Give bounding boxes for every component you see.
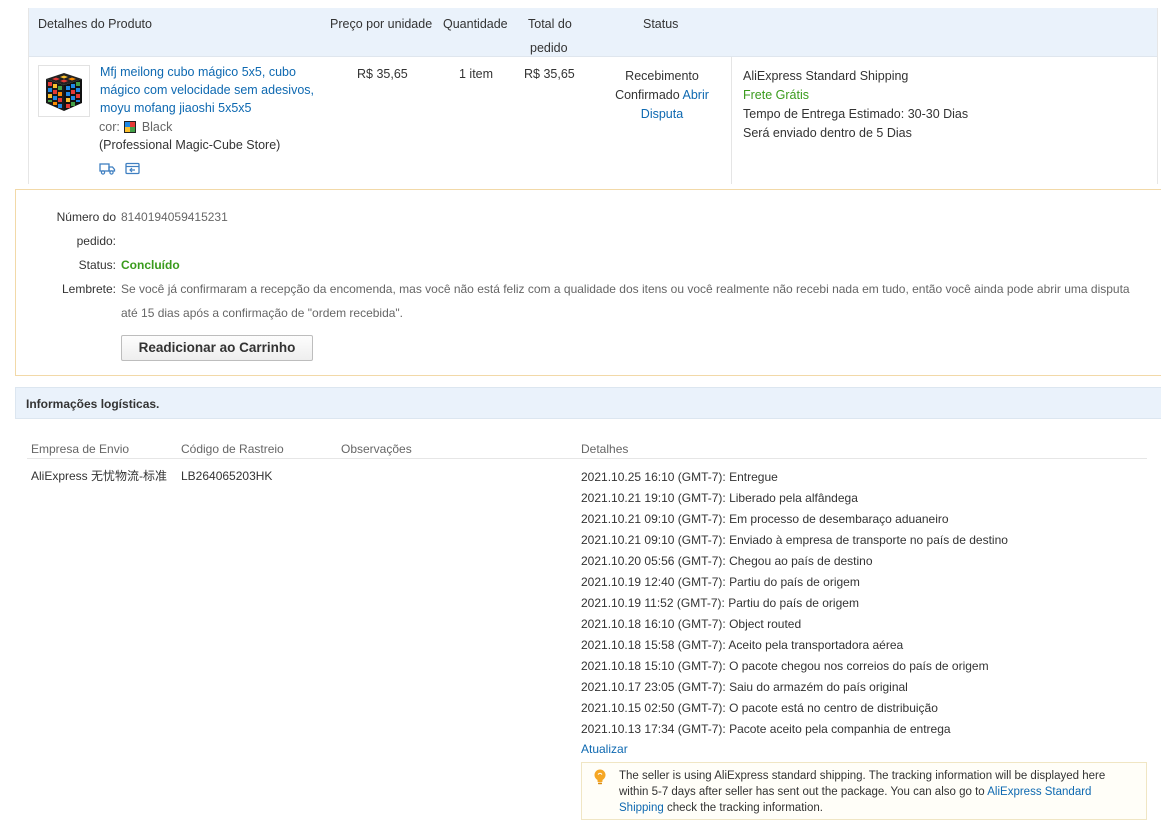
logistics-divider (27, 458, 1147, 459)
order-number-label-2: pedido: (76, 234, 116, 248)
header-product-details: Detalhes do Produto (38, 17, 152, 31)
col-carrier: Empresa de Envio (31, 442, 130, 456)
order-number-label-1: Número do (56, 210, 116, 224)
color-swatch-icon (124, 120, 137, 133)
dispatch-time: Será enviado dentro de 5 Dias (743, 126, 912, 140)
store-name: (Professional Magic-Cube Store) (99, 138, 281, 152)
tracking-event: 2021.10.25 16:10 (GMT-7): Entregue (581, 470, 778, 484)
readd-to-cart-button[interactable]: Readicionar ao Carrinho (121, 335, 313, 361)
unit-price: R$ 35,65 (357, 67, 408, 81)
tracking-event: 2021.10.17 23:05 (GMT-7): Saiu do armazé… (581, 680, 908, 694)
eta-label: Tempo de Entrega Estimado: (743, 107, 905, 121)
tracking-event: 2021.10.13 17:34 (GMT-7): Pacote aceito … (581, 722, 951, 736)
shipping-info: AliExpress Standard Shipping Frete Gráti… (743, 67, 968, 143)
open-dispute-link-1[interactable]: Abrir (683, 88, 709, 102)
tracking-event: 2021.10.21 19:10 (GMT-7): Liberado pela … (581, 491, 858, 505)
tracking-code: LB264065203HK (181, 469, 273, 483)
product-thumbnail[interactable] (38, 65, 90, 117)
eta-value: 30-30 Dias (907, 107, 969, 121)
product-table-header: Detalhes do Produto Preço por unidade Qu… (29, 8, 1157, 57)
open-dispute-link-2[interactable]: Disputa (601, 105, 723, 124)
header-status: Status (643, 17, 679, 31)
header-total-line1: Total do (528, 17, 572, 31)
tracking-events: 2021.10.25 16:10 (GMT-7): Entregue 2021.… (581, 468, 1008, 741)
quantity: 1 item (459, 67, 494, 81)
rubiks-cube-icon (46, 73, 82, 111)
shipping-notice: The seller is using AliExpress standard … (581, 762, 1147, 820)
header-quantity: Quantidade (443, 17, 508, 31)
lightbulb-icon (593, 769, 607, 788)
reminder-text: Se você já confirmaram a recepção da enc… (121, 282, 1130, 320)
tracking-event: 2021.10.18 15:58 (GMT-7): Aceito pela tr… (581, 638, 904, 652)
color-label: cor: (99, 120, 120, 134)
status-line1: Recebimento (625, 69, 699, 83)
tracking-event: 2021.10.18 16:10 (GMT-7): Object routed (581, 617, 802, 631)
order-status-value: Concluído (121, 258, 180, 272)
tracking-event: 2021.10.21 09:10 (GMT-7): Enviado à empr… (581, 533, 1008, 547)
color-value: Black (141, 120, 173, 134)
product-row: Mfj meilong cubo mágico 5x5, cubo mágico… (29, 57, 1157, 184)
logistics-header: Informações logísticas. (15, 387, 1161, 419)
order-total: R$ 35,65 (524, 67, 575, 81)
col-notes: Observações (341, 442, 412, 456)
reminder-label: Lembrete: (61, 282, 116, 296)
tracking-event: 2021.10.21 09:10 (GMT-7): Em processo de… (581, 512, 949, 526)
product-table: Detalhes do Produto Preço por unidade Qu… (28, 8, 1158, 184)
product-action-icons (99, 162, 146, 178)
logistics-title: Informações logísticas. (26, 397, 160, 411)
order-number: 8140194059415231 (121, 210, 228, 224)
status-line2: Confirmado Abrir (601, 86, 723, 105)
item-status: Recebimento Confirmado Abrir Disputa (601, 67, 723, 124)
col-details: Detalhes (581, 442, 629, 456)
status-label: Status: (78, 258, 116, 272)
notice-text-part2: check the tracking information. (666, 802, 823, 814)
status-confirmed: Confirmado (615, 88, 680, 102)
product-color: cor: Black (99, 118, 172, 136)
truck-icon[interactable] (99, 162, 116, 178)
notice-text: The seller is using AliExpress standard … (619, 768, 1134, 816)
col-tracking: Código de Rastreio (181, 442, 284, 456)
column-divider (731, 57, 732, 184)
delivery-estimate: Tempo de Entrega Estimado: 30-30 Dias (743, 105, 968, 124)
carrier-name: AliExpress 无忧物流-标准 (31, 469, 168, 483)
product-title-link[interactable]: Mfj meilong cubo mágico 5x5, cubo mágico… (100, 63, 330, 117)
shipping-method: AliExpress Standard Shipping (743, 69, 909, 83)
tracking-event: 2021.10.19 11:52 (GMT-7): Partiu do país… (581, 596, 859, 610)
tracking-event: 2021.10.19 12:40 (GMT-7): Partiu do país… (581, 575, 860, 589)
order-info-box: Número do pedido: 8140194059415231 Statu… (15, 189, 1161, 376)
tracking-event: 2021.10.18 15:10 (GMT-7): O pacote chego… (581, 659, 989, 673)
tracking-event: 2021.10.15 02:50 (GMT-7): O pacote está … (581, 701, 938, 715)
tracking-event: 2021.10.20 05:56 (GMT-7): Chegou ao país… (581, 554, 873, 568)
header-unit-price: Preço por unidade (330, 17, 433, 31)
free-shipping-label: Frete Grátis (743, 88, 809, 102)
refresh-link[interactable]: Atualizar (581, 740, 628, 758)
return-icon[interactable] (125, 162, 140, 178)
